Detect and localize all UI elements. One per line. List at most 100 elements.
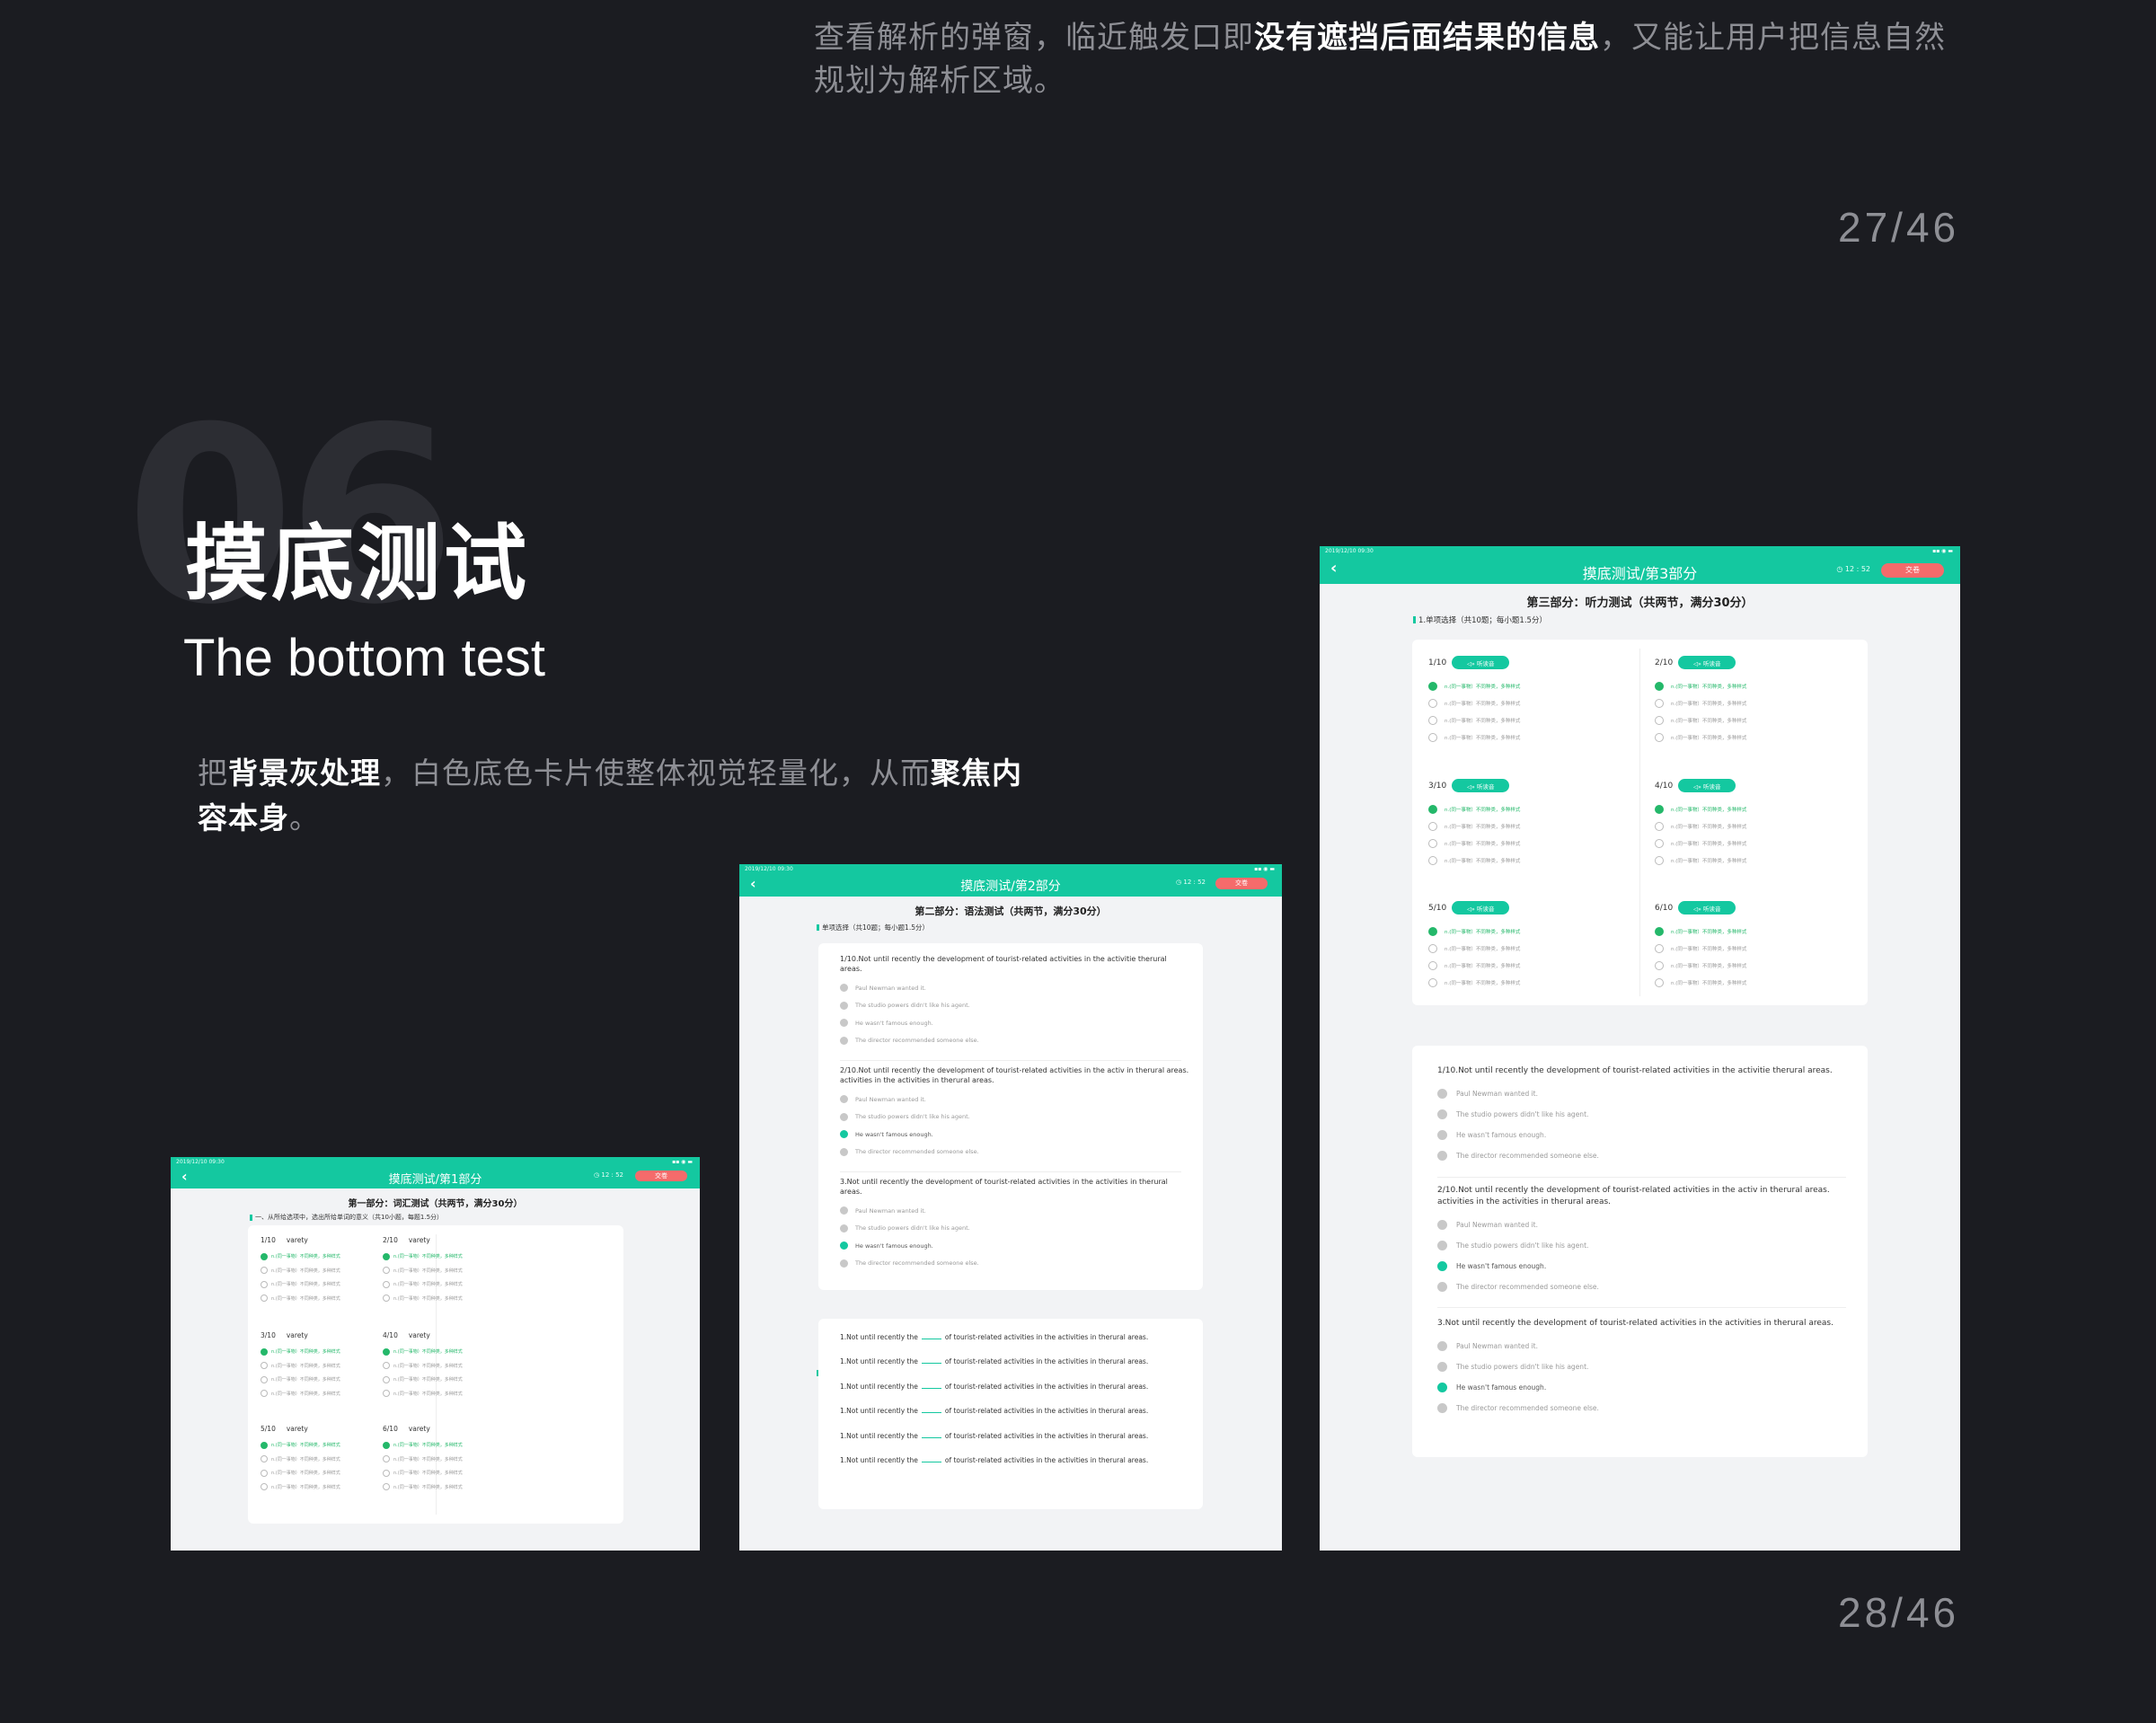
- answer-option[interactable]: n.(同一事物）不同种类，多种样式: [1428, 729, 1635, 746]
- radio-icon[interactable]: [261, 1252, 268, 1260]
- radio-icon[interactable]: [1428, 698, 1437, 708]
- listen-button[interactable]: ◁» 听读音: [1678, 779, 1736, 792]
- answer-option[interactable]: Paul Newman wanted it.: [840, 1202, 1190, 1220]
- answer-option[interactable]: n.(同一事物）不同种类，多种样式: [383, 1480, 553, 1495]
- radio-icon[interactable]: [840, 1095, 848, 1104]
- answer-option[interactable]: n.(同一事物）不同种类，多种样式: [1428, 940, 1635, 957]
- answer-option[interactable]: Paul Newman wanted it.: [1437, 1215, 1851, 1235]
- answer-option[interactable]: n.(同一事物）不同种类，多种样式: [1428, 852, 1635, 869]
- answer-option[interactable]: n.(同一事物）不同种类，多种样式: [1428, 711, 1635, 729]
- answer-option[interactable]: n.(同一事物）不同种类，多种样式: [1428, 835, 1635, 852]
- radio-icon[interactable]: [1655, 732, 1664, 742]
- radio-icon[interactable]: [1655, 943, 1664, 953]
- radio-icon[interactable]: [840, 1001, 848, 1010]
- radio-icon[interactable]: [1437, 1130, 1447, 1140]
- radio-icon[interactable]: [1428, 681, 1437, 691]
- answer-option[interactable]: n.(同一事物）不同种类，多种样式: [383, 1466, 553, 1480]
- radio-icon[interactable]: [1655, 821, 1664, 831]
- answer-option[interactable]: n.(同一事物）不同种类，多种样式: [383, 1453, 553, 1467]
- radio-icon[interactable]: [383, 1294, 390, 1303]
- answer-option[interactable]: n.(同一事物）不同种类，多种样式: [383, 1250, 553, 1264]
- radio-icon[interactable]: [1437, 1220, 1447, 1230]
- listen-button[interactable]: ◁» 听读音: [1452, 901, 1510, 915]
- radio-icon[interactable]: [840, 1241, 848, 1250]
- fill-blank[interactable]: [921, 1436, 941, 1438]
- radio-icon[interactable]: [1655, 960, 1664, 970]
- radio-icon[interactable]: [1437, 1362, 1447, 1372]
- radio-icon[interactable]: [1655, 804, 1664, 814]
- answer-option[interactable]: n.(同一事物）不同种类，多种样式: [383, 1359, 553, 1374]
- answer-option[interactable]: n.(同一事物）不同种类，多种样式: [1655, 694, 1861, 711]
- radio-icon[interactable]: [1655, 838, 1664, 848]
- radio-icon[interactable]: [261, 1294, 268, 1303]
- answer-option[interactable]: He wasn't famous enough.: [840, 1237, 1190, 1255]
- radio-icon[interactable]: [383, 1347, 390, 1356]
- radio-icon[interactable]: [1437, 1109, 1447, 1119]
- radio-icon[interactable]: [1655, 855, 1664, 865]
- radio-icon[interactable]: [1428, 960, 1437, 970]
- radio-icon[interactable]: [1655, 977, 1664, 987]
- radio-icon[interactable]: [261, 1390, 268, 1398]
- radio-icon[interactable]: [261, 1347, 268, 1356]
- answer-option[interactable]: He wasn't famous enough.: [840, 1014, 1190, 1032]
- radio-icon[interactable]: [1437, 1241, 1447, 1250]
- radio-icon[interactable]: [1428, 821, 1437, 831]
- answer-option[interactable]: n.(同一事物）不同种类，多种样式: [1428, 677, 1635, 694]
- radio-icon[interactable]: [1428, 926, 1437, 936]
- answer-option[interactable]: Paul Newman wanted it.: [840, 1091, 1190, 1109]
- radio-icon[interactable]: [383, 1390, 390, 1398]
- radio-icon[interactable]: [1437, 1282, 1447, 1292]
- radio-icon[interactable]: [840, 1112, 848, 1121]
- submit-button[interactable]: 交卷: [1215, 878, 1268, 889]
- answer-option[interactable]: n.(同一事物）不同种类，多种样式: [1428, 694, 1635, 711]
- answer-option[interactable]: n.(同一事物）不同种类，多种样式: [1655, 923, 1861, 940]
- radio-icon[interactable]: [261, 1455, 268, 1463]
- answer-option[interactable]: He wasn't famous enough.: [1437, 1377, 1851, 1398]
- radio-icon[interactable]: [261, 1362, 268, 1370]
- fill-blank[interactable]: [921, 1363, 941, 1365]
- radio-icon[interactable]: [840, 1206, 848, 1215]
- answer-option[interactable]: The studio powers didn't like his agent.: [1437, 1356, 1851, 1377]
- answer-option[interactable]: The director recommended someone else.: [1437, 1398, 1851, 1418]
- answer-option[interactable]: He wasn't famous enough.: [1437, 1256, 1851, 1277]
- radio-icon[interactable]: [261, 1267, 268, 1275]
- radio-icon[interactable]: [1655, 698, 1664, 708]
- radio-icon[interactable]: [1437, 1341, 1447, 1351]
- answer-option[interactable]: He wasn't famous enough.: [1437, 1125, 1851, 1145]
- radio-icon[interactable]: [1655, 715, 1664, 725]
- radio-icon[interactable]: [1437, 1089, 1447, 1099]
- radio-icon[interactable]: [383, 1469, 390, 1477]
- radio-icon[interactable]: [840, 1130, 848, 1139]
- answer-option[interactable]: n.(同一事物）不同种类，多种样式: [1655, 940, 1861, 957]
- radio-icon[interactable]: [840, 1224, 848, 1233]
- answer-option[interactable]: The studio powers didn't like his agent.: [840, 1220, 1190, 1238]
- answer-option[interactable]: n.(同一事物）不同种类，多种样式: [383, 1277, 553, 1292]
- radio-icon[interactable]: [261, 1483, 268, 1491]
- answer-option[interactable]: n.(同一事物）不同种类，多种样式: [1655, 729, 1861, 746]
- answer-option[interactable]: n.(同一事物）不同种类，多种样式: [1655, 957, 1861, 974]
- radio-icon[interactable]: [383, 1375, 390, 1383]
- radio-icon[interactable]: [383, 1441, 390, 1449]
- radio-icon[interactable]: [840, 1259, 848, 1268]
- answer-option[interactable]: n.(同一事物）不同种类，多种样式: [1428, 923, 1635, 940]
- radio-icon[interactable]: [261, 1469, 268, 1477]
- radio-icon[interactable]: [1428, 943, 1437, 953]
- radio-icon[interactable]: [1428, 732, 1437, 742]
- answer-option[interactable]: The studio powers didn't like his agent.: [1437, 1104, 1851, 1125]
- radio-icon[interactable]: [1655, 681, 1664, 691]
- answer-option[interactable]: n.(同一事物）不同种类，多种样式: [383, 1345, 553, 1359]
- radio-icon[interactable]: [1428, 977, 1437, 987]
- answer-option[interactable]: n.(同一事物）不同种类，多种样式: [1655, 852, 1861, 869]
- answer-option[interactable]: n.(同一事物）不同种类，多种样式: [1428, 957, 1635, 974]
- submit-button[interactable]: 交卷: [1881, 563, 1944, 578]
- answer-option[interactable]: n.(同一事物）不同种类，多种样式: [1655, 817, 1861, 835]
- radio-icon[interactable]: [840, 984, 848, 993]
- answer-option[interactable]: The director recommended someone else.: [1437, 1145, 1851, 1166]
- answer-option[interactable]: n.(同一事物）不同种类，多种样式: [1655, 835, 1861, 852]
- answer-option[interactable]: n.(同一事物）不同种类，多种样式: [1428, 800, 1635, 817]
- answer-option[interactable]: n.(同一事物）不同种类，多种样式: [1655, 677, 1861, 694]
- radio-icon[interactable]: [383, 1455, 390, 1463]
- radio-icon[interactable]: [1428, 715, 1437, 725]
- answer-option[interactable]: The director recommended someone else.: [840, 1144, 1190, 1162]
- radio-icon[interactable]: [383, 1280, 390, 1288]
